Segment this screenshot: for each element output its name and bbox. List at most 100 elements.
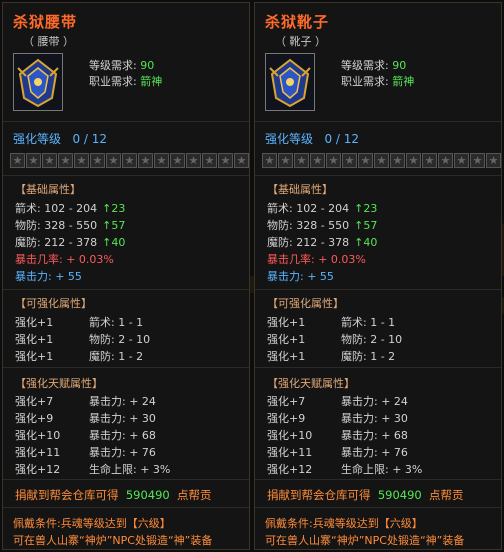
enhance-stars: ★ ★ ★ ★ ★ ★ ★ ★ ★ ★ ★ ★ ★ ★ ★: [262, 153, 501, 168]
enhance-level-label: 强化+1: [15, 350, 54, 363]
enhance-attr-value: 魔防: 1 - 2: [89, 350, 144, 363]
enhance-attr-value: 魔防: 1 - 2: [341, 350, 396, 363]
talent-level-label: 强化+11: [15, 446, 61, 459]
star-icon: ★: [74, 153, 89, 168]
crit-rate: 暴击几率: + 0.03%: [267, 253, 366, 266]
talent-attr-value: 暴击力: + 68: [89, 429, 156, 442]
star-icon: ★: [454, 153, 469, 168]
crit-rate: 暴击几率: + 0.03%: [15, 253, 114, 266]
star-icon: ★: [390, 153, 405, 168]
enhance-level-label: 强化+1: [267, 316, 306, 329]
star-icon: ★: [202, 153, 217, 168]
divider: [255, 367, 501, 368]
talent-attr-value: 生命上限: + 3%: [89, 463, 171, 476]
star-icon: ★: [186, 153, 201, 168]
wear-condition: 佩戴条件:兵魂等级达到【六级】: [13, 517, 171, 530]
enhanceable-attr-header: 【可强化属性】: [15, 297, 92, 310]
star-icon: ★: [422, 153, 437, 168]
divider: [3, 479, 249, 480]
crit-damage: 暴击力: + 55: [267, 270, 334, 283]
star-icon: ★: [438, 153, 453, 168]
guild-contribution: 捐献到帮会仓库可得 590490 点帮贡: [267, 488, 464, 502]
item-title: 杀狱腰带: [13, 13, 78, 31]
star-icon: ★: [310, 153, 325, 168]
enhance-level: 强化等级 0 / 12: [13, 132, 108, 146]
enhance-stars: ★ ★ ★ ★ ★ ★ ★ ★ ★ ★ ★ ★ ★ ★ ★: [10, 153, 249, 168]
base-attr-row: 魔防: 212 - 378 ↑40: [267, 236, 378, 249]
base-attr-header: 【基础属性】: [15, 183, 81, 196]
star-icon: ★: [170, 153, 185, 168]
base-attr-row: 物防: 328 - 550 ↑57: [15, 219, 126, 232]
bonus-up-arrow: ↑: [354, 219, 364, 232]
bonus-up-arrow: ↑: [354, 202, 364, 215]
enhance-attr-value: 物防: 2 - 10: [89, 333, 151, 346]
talent-level-label: 强化+12: [267, 463, 313, 476]
item-tooltip-1: 杀狱腰带 （ 腰带 ） 等级需求: 90 职业需求: 箭神 强化等级 0 / 1…: [2, 2, 250, 550]
divider: [3, 175, 249, 176]
star-icon: ★: [122, 153, 137, 168]
star-icon: ★: [10, 153, 25, 168]
base-attr-header: 【基础属性】: [267, 183, 333, 196]
divider: [255, 479, 501, 480]
talent-level-label: 强化+11: [267, 446, 313, 459]
crit-damage: 暴击力: + 55: [15, 270, 82, 283]
star-icon: ★: [326, 153, 341, 168]
talent-attr-header: 【强化天赋属性】: [267, 377, 355, 390]
talent-level-label: 强化+9: [15, 412, 54, 425]
wear-condition: 佩戴条件:兵魂等级达到【六级】: [265, 517, 423, 530]
bonus-up-arrow: ↑: [102, 202, 112, 215]
star-icon: ★: [42, 153, 57, 168]
bonus-up-arrow: ↑: [102, 219, 112, 232]
item-tooltip-2: 杀狱靴子 （ 靴子 ） 等级需求: 90 职业需求: 箭神 强化等级 0 / 1…: [254, 2, 502, 550]
forge-note: 可在兽人山寨“神炉”NPC处锻造“神”装备: [265, 534, 465, 547]
star-icon: ★: [374, 153, 389, 168]
talent-attr-value: 暴击力: + 30: [89, 412, 156, 425]
item-title: 杀狱靴子: [265, 13, 330, 31]
divider: [255, 507, 501, 508]
talent-attr-value: 暴击力: + 76: [341, 446, 408, 459]
talent-attr-value: 暴击力: + 24: [341, 395, 408, 408]
talent-attr-value: 暴击力: + 68: [341, 429, 408, 442]
talent-attr-value: 暴击力: + 24: [89, 395, 156, 408]
talent-level-label: 强化+10: [15, 429, 61, 442]
star-icon: ★: [294, 153, 309, 168]
item-icon-frame: [265, 53, 315, 111]
boots-icon: [266, 54, 314, 110]
item-type: （ 腰带 ）: [23, 35, 74, 48]
item-icon-frame: [13, 53, 63, 111]
divider: [3, 289, 249, 290]
star-icon: ★: [138, 153, 153, 168]
star-icon: ★: [342, 153, 357, 168]
base-attr-row: 魔防: 212 - 378 ↑40: [15, 236, 126, 249]
divider: [3, 121, 249, 122]
star-icon: ★: [218, 153, 233, 168]
talent-level-label: 强化+9: [267, 412, 306, 425]
enhance-level-label: 强化+1: [15, 333, 54, 346]
level-requirement: 等级需求: 90: [341, 59, 407, 72]
divider: [255, 289, 501, 290]
belt-icon: [14, 54, 62, 110]
star-icon: ★: [262, 153, 277, 168]
star-icon: ★: [154, 153, 169, 168]
star-icon: ★: [470, 153, 485, 168]
star-icon: ★: [58, 153, 73, 168]
enhanceable-attr-header: 【可强化属性】: [267, 297, 344, 310]
star-icon: ★: [278, 153, 293, 168]
enhance-level-label: 强化+1: [267, 333, 306, 346]
talent-level-label: 强化+7: [15, 395, 54, 408]
talent-attr-value: 暴击力: + 30: [341, 412, 408, 425]
star-icon: ★: [26, 153, 41, 168]
class-requirement: 职业需求: 箭神: [341, 75, 415, 88]
class-requirement: 职业需求: 箭神: [89, 75, 163, 88]
star-icon: ★: [358, 153, 373, 168]
base-attr-row: 箭术: 102 - 204 ↑23: [267, 202, 378, 215]
talent-attr-value: 暴击力: + 76: [89, 446, 156, 459]
bonus-up-arrow: ↑: [354, 236, 364, 249]
base-attr-row: 物防: 328 - 550 ↑57: [267, 219, 378, 232]
star-icon: ★: [234, 153, 249, 168]
star-icon: ★: [486, 153, 501, 168]
divider: [255, 175, 501, 176]
bonus-up-arrow: ↑: [102, 236, 112, 249]
enhance-level: 强化等级 0 / 12: [265, 132, 360, 146]
divider: [255, 121, 501, 122]
